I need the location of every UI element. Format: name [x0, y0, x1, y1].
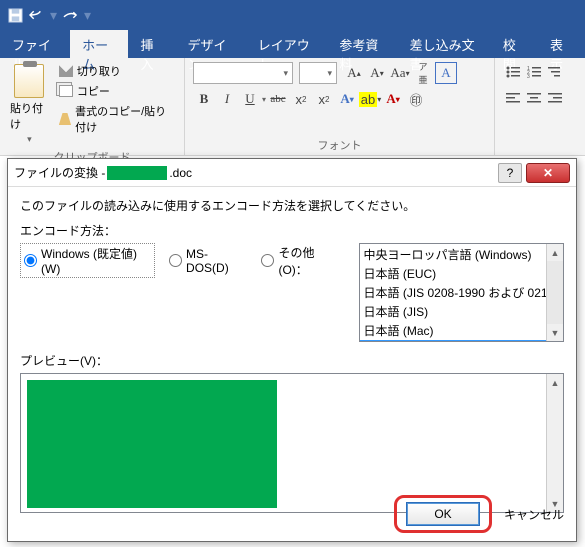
tab-references[interactable]: 参考資料 — [327, 30, 397, 58]
copy-button[interactable]: コピー — [57, 82, 176, 100]
italic-button[interactable]: I — [216, 88, 238, 110]
tab-review[interactable]: 校閲 — [491, 30, 538, 58]
scroll-track[interactable] — [547, 391, 563, 495]
radio-msdos-label: MS-DOS(D) — [186, 247, 247, 275]
strike-button[interactable]: abc — [267, 88, 289, 110]
align-center-button[interactable] — [524, 88, 544, 108]
format-painter-label: 書式のコピー/貼り付け — [75, 103, 174, 135]
save-icon[interactable] — [8, 8, 23, 23]
character-border-button[interactable]: A — [435, 62, 457, 84]
copy-icon — [59, 85, 73, 97]
redacted-filename — [107, 166, 167, 180]
encoding-item-selected[interactable]: 日本語 (シフト JIS) — [360, 340, 564, 342]
copy-label: コピー — [77, 83, 110, 99]
file-conversion-dialog: ファイルの変換 - .doc ? ✕ このファイルの読み込みに使用するエンコード… — [7, 158, 577, 542]
preview-scrollbar[interactable]: ▲ ▼ — [546, 374, 563, 512]
encoding-method-label: エンコード方法： — [20, 222, 564, 239]
scroll-up-icon[interactable]: ▲ — [547, 244, 563, 261]
preview-box: ▲ ▼ — [20, 373, 564, 513]
radio-other-label: その他(O)： — [278, 244, 340, 278]
encoding-listbox[interactable]: 中央ヨーロッパ言語 (Windows) 日本語 (EUC) 日本語 (JIS 0… — [359, 243, 565, 342]
close-button[interactable]: ✕ — [526, 163, 570, 183]
tab-file[interactable]: ファイル — [0, 30, 70, 58]
highlight-button[interactable]: ab▾ — [359, 88, 381, 110]
encoding-item[interactable]: 中央ヨーロッパ言語 (Windows) — [360, 245, 564, 264]
listbox-scrollbar[interactable]: ▲ ▼ — [546, 244, 563, 341]
subscript-button[interactable]: x2 — [290, 88, 312, 110]
shrink-font-button[interactable]: A▾ — [366, 62, 388, 84]
encoding-item[interactable]: 日本語 (JIS) — [360, 302, 564, 321]
font-group-label: フォント — [193, 135, 486, 153]
superscript-button[interactable]: x2 — [313, 88, 335, 110]
bold-button[interactable]: B — [193, 88, 215, 110]
paste-button[interactable]: 貼り付け ▾ — [8, 62, 51, 147]
paste-icon — [14, 64, 44, 98]
tab-view[interactable]: 表示 — [538, 30, 585, 58]
dialog-titlebar: ファイルの変換 - .doc ? ✕ — [8, 159, 576, 187]
paste-label: 貼り付け — [10, 100, 49, 132]
align-right-button[interactable] — [545, 88, 565, 108]
tab-insert[interactable]: 挿入 — [128, 30, 175, 58]
help-button[interactable]: ? — [498, 163, 522, 183]
dialog-title-prefix: ファイルの変換 - — [14, 164, 105, 181]
enclose-char-button[interactable]: ㊞ — [405, 88, 427, 110]
ok-highlight-annotation: OK — [394, 495, 492, 533]
tab-layout[interactable]: レイアウト — [246, 30, 328, 58]
chevron-down-icon: ▾ — [283, 68, 288, 79]
cancel-button[interactable]: キャンセル — [504, 506, 564, 523]
radio-other-input[interactable] — [261, 254, 274, 267]
phonetic-guide-button[interactable]: ア亜 — [412, 62, 434, 84]
font-name-select[interactable]: ▾ — [193, 62, 293, 84]
multilevel-list-button[interactable] — [545, 62, 565, 82]
radio-msdos-input[interactable] — [169, 254, 182, 267]
radio-other[interactable]: その他(O)： — [261, 244, 340, 278]
chevron-down-icon[interactable]: ▾ — [262, 95, 266, 104]
svg-text:3: 3 — [527, 74, 530, 78]
undo-dropdown-icon[interactable]: ▾ — [50, 7, 57, 24]
qat-customize-icon[interactable]: ▾ — [84, 7, 91, 24]
redo-icon[interactable] — [63, 9, 78, 21]
radio-windows-input[interactable] — [24, 254, 37, 267]
preview-content-redacted — [27, 380, 277, 508]
bullets-button[interactable] — [503, 62, 523, 82]
word-titlebar: ▾ ▾ — [0, 0, 585, 30]
text-effects-button[interactable]: A▾ — [336, 88, 358, 110]
ok-button[interactable]: OK — [407, 503, 479, 525]
encoding-item[interactable]: 日本語 (EUC) — [360, 264, 564, 283]
encoding-item[interactable]: 日本語 (JIS 0208-1990 および 0212 — [360, 283, 564, 302]
align-left-button[interactable] — [503, 88, 523, 108]
paste-dropdown-icon[interactable]: ▾ — [27, 134, 32, 145]
ribbon: 貼り付け ▾ 切り取り コピー 書式のコピー/貼り付け クリップボード ▾ ▾ … — [0, 58, 585, 156]
grow-font-button[interactable]: A▴ — [343, 62, 365, 84]
ribbon-tabs: ファイル ホーム 挿入 デザイン レイアウト 参考資料 差し込み文書 校閲 表示 — [0, 30, 585, 58]
scroll-down-icon[interactable]: ▼ — [547, 324, 563, 341]
brush-icon — [59, 113, 71, 125]
scroll-up-icon[interactable]: ▲ — [547, 374, 563, 391]
font-color-button[interactable]: A▾ — [382, 88, 404, 110]
radio-windows[interactable]: Windows (既定値)(W) — [20, 243, 155, 278]
cut-label: 切り取り — [77, 63, 121, 79]
tab-mailings[interactable]: 差し込み文書 — [398, 30, 491, 58]
tab-design[interactable]: デザイン — [176, 30, 246, 58]
preview-label: プレビュー(V)： — [20, 352, 564, 369]
scroll-track[interactable] — [547, 261, 563, 324]
radio-msdos[interactable]: MS-DOS(D) — [169, 247, 247, 275]
encoding-item[interactable]: 日本語 (Mac) — [360, 321, 564, 340]
tab-home[interactable]: ホーム — [70, 30, 128, 58]
undo-icon[interactable] — [29, 9, 44, 21]
cut-button[interactable]: 切り取り — [57, 62, 176, 80]
font-size-select[interactable]: ▾ — [299, 62, 337, 84]
numbering-button[interactable]: 123 — [524, 62, 544, 82]
format-painter-button[interactable]: 書式のコピー/貼り付け — [57, 102, 176, 136]
dialog-title-suffix: .doc — [169, 166, 192, 180]
dialog-message: このファイルの読み込みに使用するエンコード方法を選択してください。 — [20, 197, 564, 214]
change-case-button[interactable]: Aa▾ — [389, 62, 411, 84]
scissors-icon — [59, 65, 73, 77]
underline-button[interactable]: U — [239, 88, 261, 110]
chevron-down-icon: ▾ — [327, 68, 332, 79]
radio-windows-label: Windows (既定値)(W) — [41, 245, 151, 276]
